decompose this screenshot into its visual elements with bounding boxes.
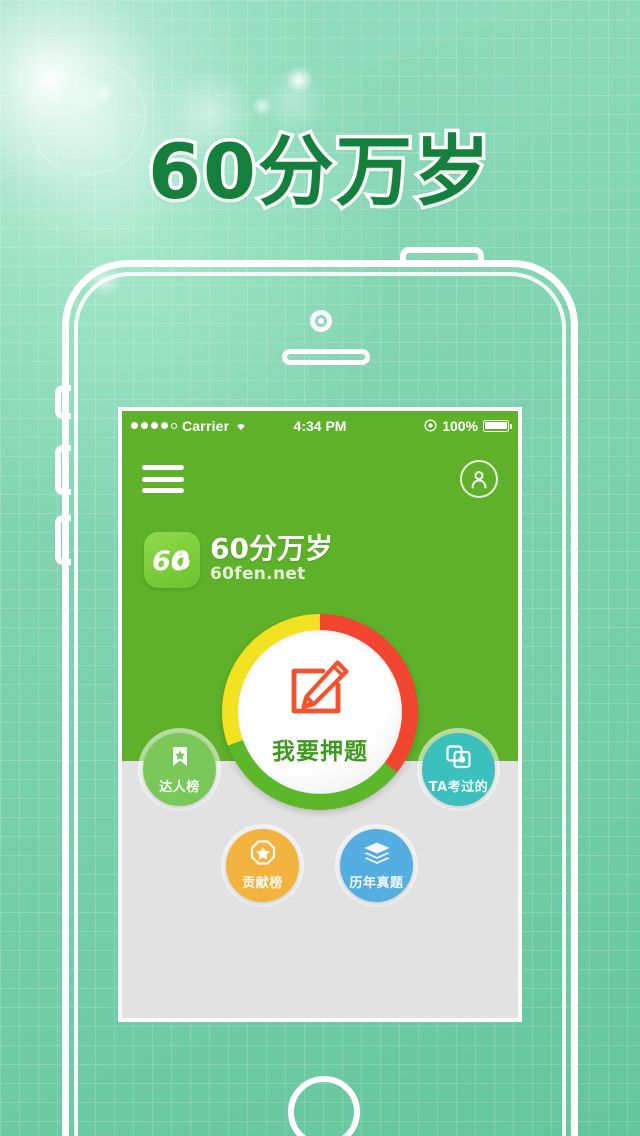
silent-switch bbox=[55, 385, 71, 419]
bookmark-star-icon bbox=[169, 745, 191, 774]
quick-action-ta-label: TA考过的 bbox=[428, 779, 489, 795]
quick-action-past-exams-label: 历年真题 bbox=[349, 875, 404, 891]
svg-text:60: 60 bbox=[152, 546, 190, 575]
main-action-face: 我要押题 bbox=[238, 630, 402, 794]
lens-flare-spark-2 bbox=[285, 66, 313, 94]
layers-stack-icon bbox=[363, 841, 391, 870]
status-bar-left: Carrier bbox=[131, 418, 248, 434]
quick-action-rank[interactable]: 达人榜 bbox=[143, 733, 216, 806]
app-title: 60分万岁 bbox=[210, 532, 333, 565]
brand-block: 60 60分万岁 60fen.net bbox=[144, 532, 333, 588]
quick-action-ta[interactable]: TA考过的 bbox=[422, 733, 495, 806]
pencil-edit-icon bbox=[287, 659, 353, 726]
app-logo-60-icon: 60 bbox=[144, 532, 200, 588]
carrier-label: Carrier bbox=[182, 417, 230, 434]
quick-action-contribution[interactable]: 贡献榜 bbox=[226, 829, 299, 902]
status-bar-right: 100% bbox=[424, 417, 513, 434]
quick-action-rank-label: 达人榜 bbox=[159, 779, 200, 795]
hero-title: 60分万岁 bbox=[145, 124, 494, 220]
app-subtitle: 60fen.net bbox=[210, 564, 306, 585]
star-badge-icon bbox=[250, 840, 276, 870]
brand-text-block: 60分万岁 60fen.net bbox=[210, 532, 333, 585]
lens-flare-dot bbox=[92, 82, 114, 104]
power-button bbox=[400, 247, 484, 265]
main-action-label: 我要押题 bbox=[272, 738, 368, 765]
camera-icon bbox=[310, 310, 332, 332]
quick-action-contribution-label: 贡献榜 bbox=[242, 876, 283, 891]
wifi-icon bbox=[234, 420, 248, 431]
main-action-button[interactable]: 我要押题 bbox=[222, 614, 418, 810]
signal-strength-icon bbox=[131, 422, 177, 429]
volume-down-button bbox=[55, 515, 71, 565]
speaker-grille-icon bbox=[282, 349, 370, 365]
person-icon[interactable] bbox=[460, 460, 498, 498]
quick-action-past-exams[interactable]: 历年真题 bbox=[340, 829, 413, 902]
volume-up-button bbox=[55, 445, 71, 495]
phone-screen: Carrier 4:34 PM 100% 60 60分万岁 60fen.net … bbox=[122, 411, 518, 1018]
hamburger-menu-icon[interactable] bbox=[142, 465, 184, 493]
documents-copy-icon bbox=[445, 744, 472, 774]
location-icon bbox=[424, 419, 437, 432]
status-bar: Carrier 4:34 PM 100% bbox=[122, 411, 518, 440]
battery-full-icon bbox=[483, 419, 513, 432]
battery-percent-label: 100% bbox=[442, 417, 478, 434]
